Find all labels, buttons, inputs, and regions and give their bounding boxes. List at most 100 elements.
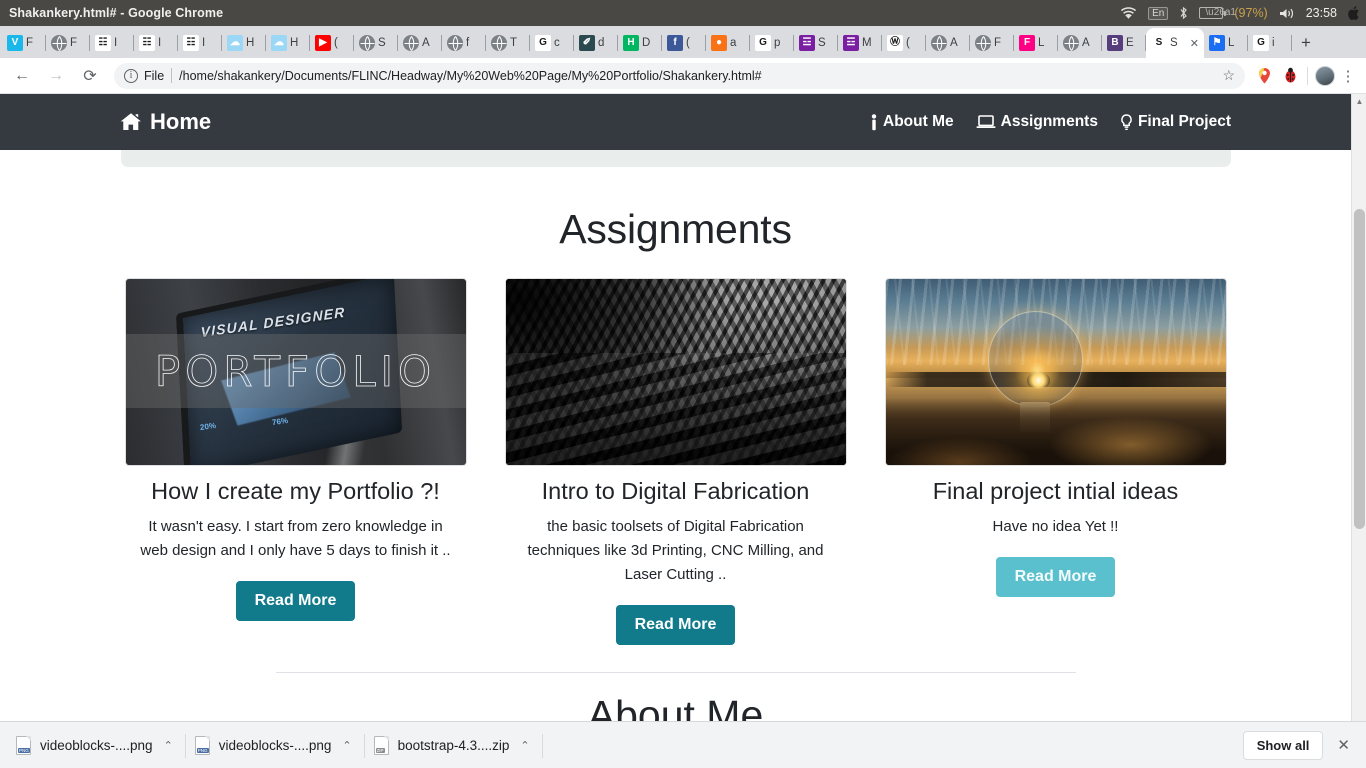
back-arrow-icon[interactable]: ← <box>8 62 36 90</box>
browser-tab[interactable]: Gp <box>750 28 794 58</box>
browser-tab[interactable]: ▶( <box>310 28 354 58</box>
reload-icon[interactable]: ⟳ <box>76 62 104 90</box>
bluetooth-icon[interactable] <box>1179 6 1188 20</box>
browser-tab[interactable]: ☷ I <box>178 28 222 58</box>
apple-icon[interactable] <box>1348 6 1360 20</box>
card-action-area: Read More <box>125 581 467 621</box>
browser-tab-title: F <box>994 37 1002 49</box>
clock[interactable]: 23:58 <box>1306 6 1337 20</box>
browser-tab-title: M <box>862 37 872 49</box>
chevron-up-icon[interactable]: ⌃ <box>520 739 529 752</box>
read-more-button[interactable]: Read More <box>995 557 1116 597</box>
browser-tab[interactable]: f( <box>662 28 706 58</box>
kebab-menu-icon[interactable]: ⋮ <box>1338 67 1358 85</box>
extension-icon[interactable] <box>1251 67 1277 84</box>
scroll-up-arrow[interactable]: ▲ <box>1352 94 1366 109</box>
info-icon[interactable]: i <box>124 68 138 83</box>
download-shelf: PNG videoblocks-....png ⌃ PNG videoblocks-..… <box>0 721 1366 768</box>
image-percent-label: 76% <box>271 415 289 427</box>
browser-tab[interactable]: Ⓦ( <box>882 28 926 58</box>
download-item[interactable]: ZIP bootstrap-4.3....zip ⌃ <box>368 729 543 762</box>
browser-tab[interactable]: A <box>1058 28 1102 58</box>
chevron-up-icon[interactable]: ⌃ <box>342 739 351 752</box>
browser-tab[interactable]: VF <box>2 28 46 58</box>
browser-tab[interactable]: ● a <box>706 28 750 58</box>
download-item[interactable]: PNG videoblocks-....png ⌃ <box>189 729 365 762</box>
browser-tab[interactable]: ☷ I <box>134 28 178 58</box>
download-item[interactable]: PNG videoblocks-....png ⌃ <box>10 729 186 762</box>
card-text: Have no idea Yet !! <box>992 518 1119 535</box>
new-tab-button[interactable]: + <box>1292 29 1320 57</box>
profile-avatar[interactable] <box>1312 65 1338 86</box>
nav-link-about-me[interactable]: About Me <box>870 113 954 131</box>
ladybug-icon[interactable] <box>1277 67 1303 84</box>
show-all-downloads-button[interactable]: Show all <box>1242 730 1324 760</box>
nav-link-label: Assignments <box>1000 113 1098 130</box>
close-icon[interactable]: ✕ <box>1337 736 1350 754</box>
nav-link-final-project[interactable]: Final Project <box>1120 113 1231 131</box>
chevron-up-icon[interactable]: ⌃ <box>164 739 173 752</box>
wifi-icon[interactable] <box>1120 6 1137 20</box>
browser-tab[interactable]: Gi <box>1248 28 1292 58</box>
forward-arrow-icon[interactable]: → <box>42 62 70 90</box>
book-icon: ☷ <box>183 35 199 51</box>
card-text: the basic toolsets of Digital Fabricatio… <box>527 518 824 583</box>
browser-tab-title: d <box>598 37 605 49</box>
image-overlay-text: PORTFOLIO <box>154 346 437 396</box>
star-icon[interactable]: ☆ <box>1222 67 1235 84</box>
browser-tab[interactable]: F <box>970 28 1014 58</box>
browser-tab-title: ( <box>906 37 910 49</box>
browser-tab[interactable]: ✐ d <box>574 28 618 58</box>
browser-tab[interactable]: ☁ H <box>266 28 310 58</box>
bootstrap-icon: B <box>1107 35 1123 51</box>
browser-tab[interactable]: ☁ H <box>222 28 266 58</box>
nav-link-assignments[interactable]: Assignments <box>976 113 1098 131</box>
scrollbar-thumb[interactable] <box>1354 209 1365 529</box>
browser-tab-title: L <box>1228 37 1235 49</box>
nav-link-label: Final Project <box>1137 113 1231 130</box>
person-icon <box>870 113 878 131</box>
browser-tab-strip[interactable]: V F F ☷ I ☷ I ☷ I ☁ H ☁ H ▶(S Af T Gc ✐ d H Df(● a Gp ☲ S ☲ M Ⓦ(A F F… <box>0 26 1366 58</box>
browser-tab[interactable]: S S ✕ <box>1146 28 1204 58</box>
browser-tab[interactable]: F <box>46 28 90 58</box>
browser-tab[interactable]: ☷ I <box>90 28 134 58</box>
browser-tab[interactable]: T <box>486 28 530 58</box>
globe-icon <box>975 35 991 51</box>
browser-tab[interactable]: S <box>354 28 398 58</box>
address-bar[interactable]: i File /home/shakankery/Documents/FLINC/… <box>114 62 1245 89</box>
globe-icon <box>403 35 419 51</box>
assignment-card: Final project intial ideas Have no idea … <box>884 278 1227 645</box>
browser-tab[interactable]: ☲ S <box>794 28 838 58</box>
browser-tab-title: A <box>422 37 430 49</box>
volume-icon[interactable] <box>1279 7 1295 20</box>
browser-tab[interactable]: A <box>398 28 442 58</box>
browser-tab[interactable]: FL <box>1014 28 1058 58</box>
download-file-name: videoblocks-....png <box>40 737 153 753</box>
url-text[interactable]: /home/shakankery/Documents/FLINC/Headway… <box>179 69 1216 83</box>
browser-tab[interactable]: ☲ M <box>838 28 882 58</box>
browser-tab[interactable]: f <box>442 28 486 58</box>
close-icon[interactable]: ✕ <box>1190 37 1199 50</box>
flickr-icon: F <box>1019 35 1035 51</box>
read-more-button[interactable]: Read More <box>235 581 356 621</box>
browser-tab-title: H <box>246 37 255 49</box>
language-indicator[interactable]: En <box>1148 6 1169 20</box>
browser-tab[interactable]: HD <box>618 28 662 58</box>
browser-tab[interactable]: A <box>926 28 970 58</box>
battery-charging-icon[interactable]: \u26a1 <box>1199 7 1236 19</box>
read-more-button[interactable]: Read More <box>615 605 736 645</box>
lightbulb-icon <box>1120 113 1133 131</box>
book-icon: ☷ <box>139 35 155 51</box>
globe-icon <box>931 35 947 51</box>
browser-tab[interactable]: Gc <box>530 28 574 58</box>
browser-tab[interactable]: BE <box>1102 28 1146 58</box>
brand-label: Home <box>150 109 212 134</box>
browser-tab-title: ( <box>334 37 338 49</box>
browser-tab-title: c <box>554 37 560 49</box>
system-tray: En \u26a1 (97%) 23:58 <box>1120 0 1360 26</box>
browser-tab[interactable]: ⚑ L <box>1204 28 1248 58</box>
brand-home-link[interactable]: Home <box>120 109 211 135</box>
download-file-name: videoblocks-....png <box>218 737 332 753</box>
browser-tab-title: T <box>510 37 518 49</box>
page-scrollbar[interactable]: ▲ ▼ <box>1351 94 1366 768</box>
